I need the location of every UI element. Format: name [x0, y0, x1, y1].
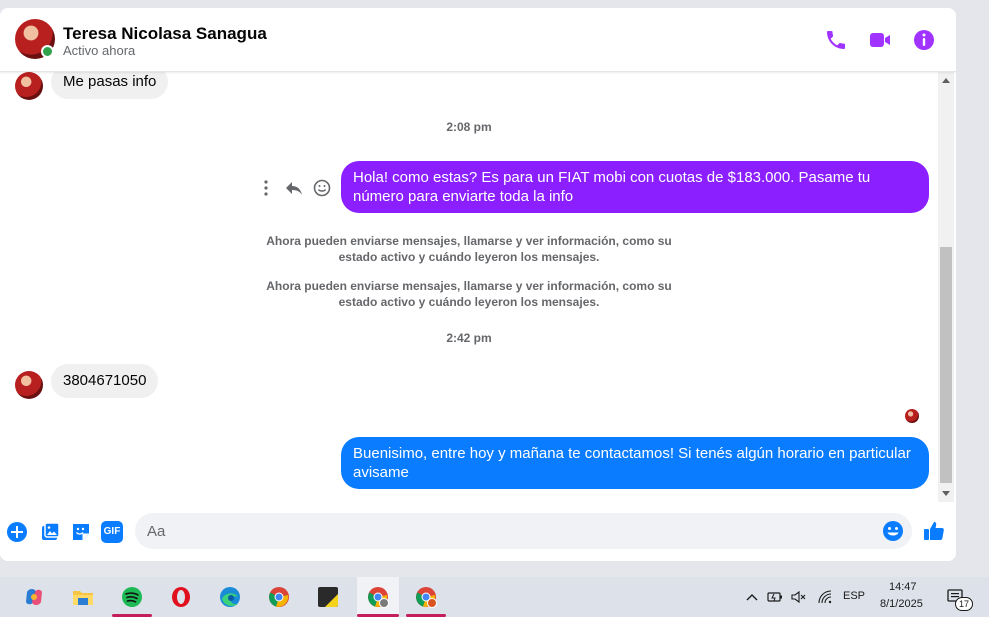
- outgoing-message[interactable]: Hola! como estas? Es para un FIAT mobi c…: [341, 161, 929, 213]
- incoming-message[interactable]: Me pasas info: [51, 72, 169, 99]
- message-timestamp: 2:08 pm: [446, 120, 492, 134]
- thumbs-up-icon[interactable]: [922, 519, 946, 543]
- edge-icon: [220, 587, 240, 607]
- chrome-profile-icon: [368, 587, 389, 608]
- sticker-icon[interactable]: [70, 521, 92, 543]
- file-explorer-icon: [73, 591, 93, 605]
- opera-icon: [172, 587, 190, 607]
- contact-status: Activo ahora: [63, 43, 136, 58]
- seen-indicator-avatar: [905, 409, 919, 423]
- react-emoji-icon[interactable]: [312, 178, 332, 198]
- taskbar-chrome[interactable]: [259, 577, 299, 617]
- sender-avatar[interactable]: [15, 371, 43, 399]
- message-list[interactable]: Me pasas info 2:08 pm Hola! como estas? …: [0, 72, 938, 502]
- notification-badge: 17: [955, 597, 973, 611]
- taskbar-edge[interactable]: [210, 577, 250, 617]
- info-icon[interactable]: [912, 28, 936, 52]
- clock-date[interactable]: 8/1/2025: [880, 598, 923, 610]
- chrome-profile-icon: [416, 587, 437, 608]
- taskbar-chrome-profile-2[interactable]: [406, 577, 446, 617]
- chrome-icon: [269, 587, 289, 607]
- copilot-icon: [26, 589, 42, 605]
- message-input[interactable]: [147, 513, 877, 549]
- windows-taskbar: ESP 14:47 8/1/2025 17: [0, 577, 989, 617]
- volume-muted-icon[interactable]: [790, 589, 806, 605]
- taskbar-sticky-notes[interactable]: [308, 577, 348, 617]
- scroll-down-arrow[interactable]: [942, 491, 950, 496]
- emoji-icon[interactable]: [882, 520, 904, 542]
- taskbar-file-explorer[interactable]: [63, 577, 103, 617]
- phone-icon[interactable]: [824, 28, 848, 52]
- scroll-thumb[interactable]: [940, 247, 952, 483]
- show-hidden-icons-chevron-icon[interactable]: [744, 589, 760, 605]
- online-status-dot: [41, 45, 54, 58]
- more-options-icon[interactable]: [256, 178, 276, 198]
- system-message: Ahora pueden enviarse mensajes, llamarse…: [266, 234, 672, 264]
- reply-icon[interactable]: [284, 178, 304, 198]
- spotify-icon: [122, 587, 142, 607]
- chat-window: Teresa Nicolasa Sanagua Activo ahora Me …: [0, 8, 956, 561]
- taskbar-chrome-profile-1[interactable]: [357, 577, 399, 617]
- clock-time[interactable]: 14:47: [889, 581, 917, 593]
- wifi-icon[interactable]: [817, 589, 833, 605]
- scrollbar[interactable]: [938, 72, 954, 502]
- sender-avatar[interactable]: [15, 72, 43, 100]
- plus-icon[interactable]: [6, 521, 28, 543]
- taskbar-spotify[interactable]: [112, 577, 152, 617]
- photo-icon[interactable]: [39, 521, 61, 543]
- video-call-icon[interactable]: [868, 28, 892, 52]
- incoming-message[interactable]: 3804671050: [51, 364, 159, 398]
- message-input-container: [135, 513, 912, 549]
- taskbar-copilot[interactable]: [14, 577, 54, 617]
- message-hover-actions: [256, 178, 336, 198]
- scroll-up-arrow[interactable]: [942, 78, 950, 83]
- system-message: Ahora pueden enviarse mensajes, llamarse…: [266, 279, 672, 309]
- battery-icon[interactable]: [767, 589, 783, 605]
- outgoing-message[interactable]: Buenisimo, entre hoy y mañana te contact…: [341, 437, 929, 489]
- contact-name[interactable]: Teresa Nicolasa Sanagua: [63, 24, 267, 44]
- chat-header: Teresa Nicolasa Sanagua Activo ahora: [0, 8, 956, 72]
- message-timestamp: 2:42 pm: [446, 331, 492, 345]
- taskbar-opera[interactable]: [161, 577, 201, 617]
- message-composer: GIF: [0, 502, 956, 561]
- sticky-notes-icon: [318, 587, 338, 607]
- keyboard-language[interactable]: ESP: [843, 590, 865, 602]
- gif-icon[interactable]: GIF: [101, 521, 123, 543]
